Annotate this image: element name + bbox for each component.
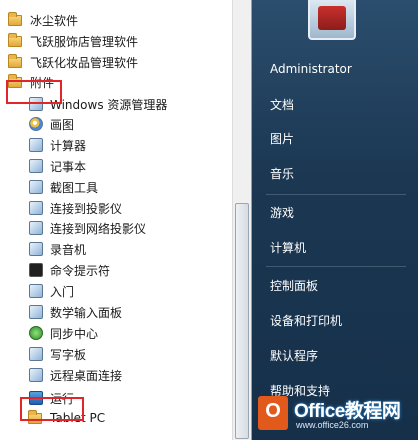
scrollbar-thumb[interactable] [235, 203, 249, 439]
program-item[interactable]: 冰尘软件 [8, 10, 78, 30]
program-item-label: 飞跃服饰店管理软件 [30, 34, 139, 49]
sync-center-icon [28, 325, 44, 341]
program-list-scrollbar[interactable] [232, 0, 251, 440]
places-pane: Administrator 文档 图片 音乐 游戏 计算机 控制面板 设备和打印机 默认程序 帮助… [252, 0, 418, 440]
program-item[interactable]: 计算器 [28, 135, 86, 155]
places-item[interactable]: 文档 [270, 96, 294, 113]
math-input-icon-shape [29, 305, 43, 319]
program-item[interactable]: 录音机 [28, 239, 86, 259]
remote-desktop-icon-shape [29, 368, 43, 382]
program-item[interactable]: 数学输入面板 [28, 302, 122, 322]
folder-icon-shape [8, 33, 22, 47]
program-item-label: 飞跃化妆品管理软件 [30, 55, 139, 70]
program-item-label: 画图 [50, 117, 75, 132]
command-prompt-icon [28, 262, 44, 278]
program-item-label: 记事本 [50, 159, 87, 174]
program-item[interactable]: 画图 [28, 114, 74, 134]
program-list: 冰尘软件 飞跃服饰店管理软件 飞跃化妆品管理软件 附件 Windows 资源管理器 画图计… [0, 0, 232, 440]
network-projector-icon-shape [29, 221, 43, 235]
separator [266, 266, 406, 267]
places-item[interactable]: 计算机 [270, 239, 306, 256]
folder-icon-shape [8, 54, 22, 68]
program-item-label: 入门 [50, 284, 75, 299]
program-item[interactable]: 入门 [28, 281, 74, 301]
highlight-accessories-box [6, 80, 62, 104]
sync-center-icon-shape [29, 326, 43, 340]
highlight-run-box [20, 397, 84, 421]
program-item[interactable]: 记事本 [28, 156, 86, 176]
user-avatar-icon [318, 6, 346, 30]
program-item-label: 远程桌面连接 [50, 368, 123, 383]
office-logo-icon: O [258, 396, 288, 430]
office-logo-letter: O [265, 400, 281, 422]
program-item[interactable]: 远程桌面连接 [28, 365, 122, 385]
notepad-icon [28, 158, 44, 174]
projector-icon-shape [29, 201, 43, 215]
folder-icon [8, 54, 24, 70]
getting-started-icon [28, 283, 44, 299]
programs-pane: 冰尘软件 飞跃服饰店管理软件 飞跃化妆品管理软件 附件 Windows 资源管理器 画图计… [0, 0, 252, 440]
places-item[interactable]: Administrator [270, 62, 352, 76]
paint-icon [28, 116, 44, 132]
program-item[interactable]: 连接到投影仪 [28, 198, 122, 218]
snipping-tool-icon [28, 179, 44, 195]
folder-icon-shape [8, 12, 22, 26]
microphone-icon-shape [29, 242, 43, 256]
program-item-label: Windows 资源管理器 [50, 97, 168, 112]
folder-icon [8, 33, 24, 49]
program-item[interactable]: 命令提示符 [28, 260, 110, 280]
program-item[interactable]: 同步中心 [28, 323, 98, 343]
separator [266, 194, 406, 195]
program-item-label: 命令提示符 [50, 263, 111, 278]
microphone-icon [28, 241, 44, 257]
program-item-label: 数学输入面板 [50, 305, 123, 320]
user-picture[interactable] [308, 0, 356, 40]
program-item-label: 连接到投影仪 [50, 201, 123, 216]
places-item[interactable]: 游戏 [270, 204, 294, 221]
places-item[interactable]: 图片 [270, 130, 294, 147]
notepad-icon-shape [29, 159, 43, 173]
start-menu: 冰尘软件 飞跃服饰店管理软件 飞跃化妆品管理软件 附件 Windows 资源管理器 画图计… [0, 0, 418, 440]
program-item-label: 同步中心 [50, 326, 99, 341]
remote-desktop-icon [28, 367, 44, 383]
watermark-subtitle: www.office26.com [296, 420, 369, 430]
program-item-label: 计算器 [50, 138, 87, 153]
program-item[interactable]: 连接到网络投影仪 [28, 218, 146, 238]
program-item-label: 录音机 [50, 242, 87, 257]
places-item[interactable]: 设备和打印机 [270, 312, 342, 329]
watermark: O Office教程网 www.office26.com [252, 390, 418, 440]
wordpad-icon [28, 346, 44, 362]
calculator-icon [28, 137, 44, 153]
places-item[interactable]: 控制面板 [270, 277, 318, 294]
math-input-icon [28, 304, 44, 320]
folder-icon [8, 12, 24, 28]
program-item-label: 写字板 [50, 347, 87, 362]
projector-icon [28, 200, 44, 216]
program-item-label: 连接到网络投影仪 [50, 221, 147, 236]
watermark-title: Office教程网 [294, 401, 401, 422]
paint-icon-shape [29, 117, 43, 131]
calculator-icon-shape [29, 138, 43, 152]
command-prompt-icon-shape [29, 263, 43, 277]
snipping-tool-icon-shape [29, 180, 43, 194]
program-item-label: 截图工具 [50, 180, 99, 195]
network-projector-icon [28, 220, 44, 236]
getting-started-icon-shape [29, 284, 43, 298]
wordpad-icon-shape [29, 347, 43, 361]
places-item[interactable]: 默认程序 [270, 347, 318, 364]
program-item[interactable]: 截图工具 [28, 177, 98, 197]
program-item[interactable]: 飞跃服饰店管理软件 [8, 31, 138, 51]
program-item[interactable]: 写字板 [28, 344, 86, 364]
places-item[interactable]: 音乐 [270, 165, 294, 182]
program-item-label: 冰尘软件 [30, 13, 79, 28]
program-item[interactable]: 飞跃化妆品管理软件 [8, 52, 138, 72]
